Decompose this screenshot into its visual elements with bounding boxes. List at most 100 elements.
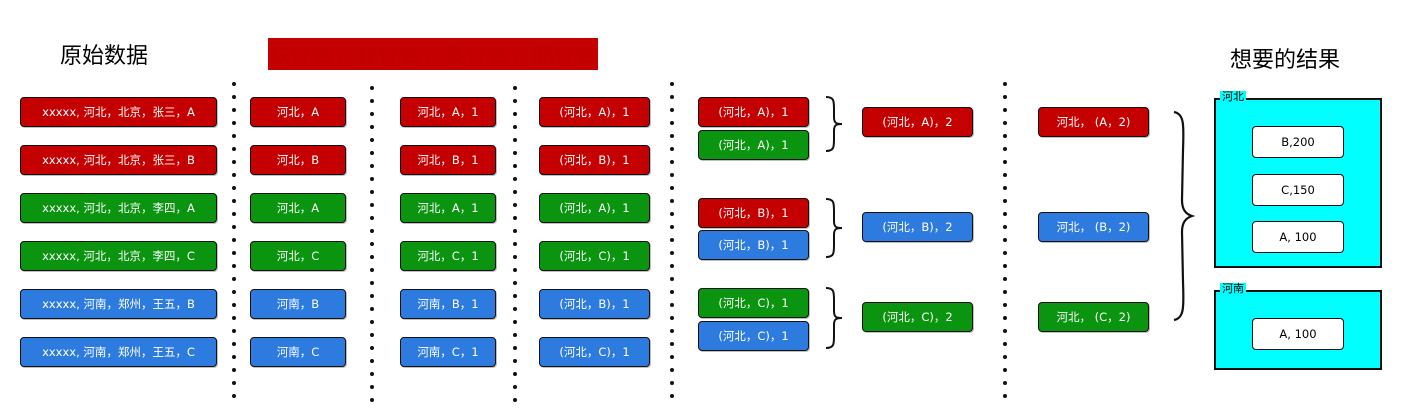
separator-dot bbox=[513, 190, 517, 194]
separator-dot bbox=[670, 264, 674, 268]
separator-dot bbox=[1003, 264, 1007, 268]
separator-dot bbox=[370, 268, 374, 272]
separator-dot bbox=[232, 355, 236, 359]
separator-dot bbox=[370, 320, 374, 324]
separator-dot bbox=[232, 186, 236, 190]
separator-dot bbox=[232, 394, 236, 398]
separator-dot bbox=[670, 251, 674, 255]
separator-dot bbox=[513, 268, 517, 272]
separator-dot bbox=[513, 307, 517, 311]
raw-row-4: xxxxx, 河北，北京，李四，C bbox=[20, 241, 217, 271]
group-row-6: (河北，C)，1 bbox=[698, 321, 809, 351]
separator-dot bbox=[1003, 277, 1007, 281]
separator-dot bbox=[1003, 368, 1007, 372]
result-item: A, 100 bbox=[1252, 221, 1344, 253]
separator-dot bbox=[370, 99, 374, 103]
separator-dot bbox=[370, 138, 374, 142]
step2-row-3: 河北，A bbox=[250, 193, 346, 223]
title-operations: 缺什么，补什么，多什么，删什么 bbox=[268, 38, 599, 70]
separator-dot bbox=[370, 151, 374, 155]
separator-dot bbox=[370, 281, 374, 285]
step2-row-2: 河北，B bbox=[250, 145, 346, 175]
step3-row-5: 河南，B，1 bbox=[400, 289, 496, 319]
reduced-row-2: (河北，B)，2 bbox=[862, 212, 973, 242]
separator-dot bbox=[513, 164, 517, 168]
separator-dot bbox=[513, 99, 517, 103]
separator-dot bbox=[1003, 381, 1007, 385]
separator-dot bbox=[1003, 82, 1007, 86]
separator-dot bbox=[513, 86, 517, 90]
separator-dot bbox=[232, 199, 236, 203]
separator-dot bbox=[232, 264, 236, 268]
rekeyed-row-3: 河北， (C，2) bbox=[1038, 302, 1149, 332]
separator-dot bbox=[1003, 121, 1007, 125]
step4-row-1: (河北，A)，1 bbox=[539, 97, 650, 127]
separator-dot bbox=[513, 242, 517, 246]
title-raw-data: 原始数据 bbox=[60, 44, 149, 69]
separator-dot bbox=[513, 372, 517, 376]
reduced-row-3: (河北，C)，2 bbox=[862, 302, 973, 332]
step3-row-1: 河北，A，1 bbox=[400, 97, 496, 127]
brace-group-b bbox=[825, 198, 843, 258]
group-row-3: (河北，B)，1 bbox=[698, 198, 809, 228]
separator-dot bbox=[1003, 355, 1007, 359]
step4-row-2: (河北，B)，1 bbox=[539, 145, 650, 175]
step4-row-4: (河北，C)，1 bbox=[539, 241, 650, 271]
dotted-separator-1 bbox=[232, 82, 236, 402]
separator-dot bbox=[232, 225, 236, 229]
raw-row-5: xxxxx, 河南，郑州，王五，B bbox=[20, 289, 217, 319]
separator-dot bbox=[513, 125, 517, 129]
separator-dot bbox=[232, 134, 236, 138]
separator-dot bbox=[513, 255, 517, 259]
separator-dot bbox=[513, 216, 517, 220]
result-item: C,150 bbox=[1252, 174, 1344, 206]
result-item: B,200 bbox=[1252, 126, 1344, 158]
separator-dot bbox=[670, 238, 674, 242]
separator-dot bbox=[513, 112, 517, 116]
separator-dot bbox=[370, 125, 374, 129]
separator-dot bbox=[232, 329, 236, 333]
raw-row-6: xxxxx, 河南，郑州，王五，C bbox=[20, 337, 217, 367]
separator-dot bbox=[670, 160, 674, 164]
separator-dot bbox=[232, 251, 236, 255]
separator-dot bbox=[1003, 316, 1007, 320]
raw-row-2: xxxxx, 河北，北京，张三，B bbox=[20, 145, 217, 175]
separator-dot bbox=[670, 355, 674, 359]
dotted-separator-3 bbox=[513, 86, 517, 402]
separator-dot bbox=[1003, 199, 1007, 203]
rekeyed-row-1: 河北， (A，2) bbox=[1038, 107, 1149, 137]
separator-dot bbox=[670, 95, 674, 99]
dotted-separator-2 bbox=[370, 86, 374, 402]
rekeyed-row-2: 河北， (B，2) bbox=[1038, 212, 1149, 242]
group-label-hebei: 河北 bbox=[1220, 90, 1246, 103]
separator-dot bbox=[232, 173, 236, 177]
separator-dot bbox=[513, 333, 517, 337]
separator-dot bbox=[670, 199, 674, 203]
separator-dot bbox=[513, 359, 517, 363]
separator-dot bbox=[1003, 342, 1007, 346]
separator-dot bbox=[232, 342, 236, 346]
separator-dot bbox=[1003, 290, 1007, 294]
group-row-4: (河北，B)，1 bbox=[698, 230, 809, 260]
step3-row-2: 河北，B，1 bbox=[400, 145, 496, 175]
result-group-hebei: 河北 B,200 C,150 A, 100 bbox=[1214, 91, 1382, 268]
separator-dot bbox=[232, 95, 236, 99]
separator-dot bbox=[513, 281, 517, 285]
separator-dot bbox=[370, 359, 374, 363]
separator-dot bbox=[513, 398, 517, 402]
result-item: A, 100 bbox=[1252, 318, 1344, 350]
separator-dot bbox=[1003, 173, 1007, 177]
separator-dot bbox=[1003, 108, 1007, 112]
separator-dot bbox=[670, 329, 674, 333]
separator-dot bbox=[1003, 238, 1007, 242]
separator-dot bbox=[513, 177, 517, 181]
separator-dot bbox=[1003, 394, 1007, 398]
separator-dot bbox=[370, 242, 374, 246]
separator-dot bbox=[513, 346, 517, 350]
separator-dot bbox=[232, 147, 236, 151]
separator-dot bbox=[370, 177, 374, 181]
step3-row-4: 河北，C，1 bbox=[400, 241, 496, 271]
separator-dot bbox=[670, 212, 674, 216]
separator-dot bbox=[232, 277, 236, 281]
separator-dot bbox=[1003, 95, 1007, 99]
